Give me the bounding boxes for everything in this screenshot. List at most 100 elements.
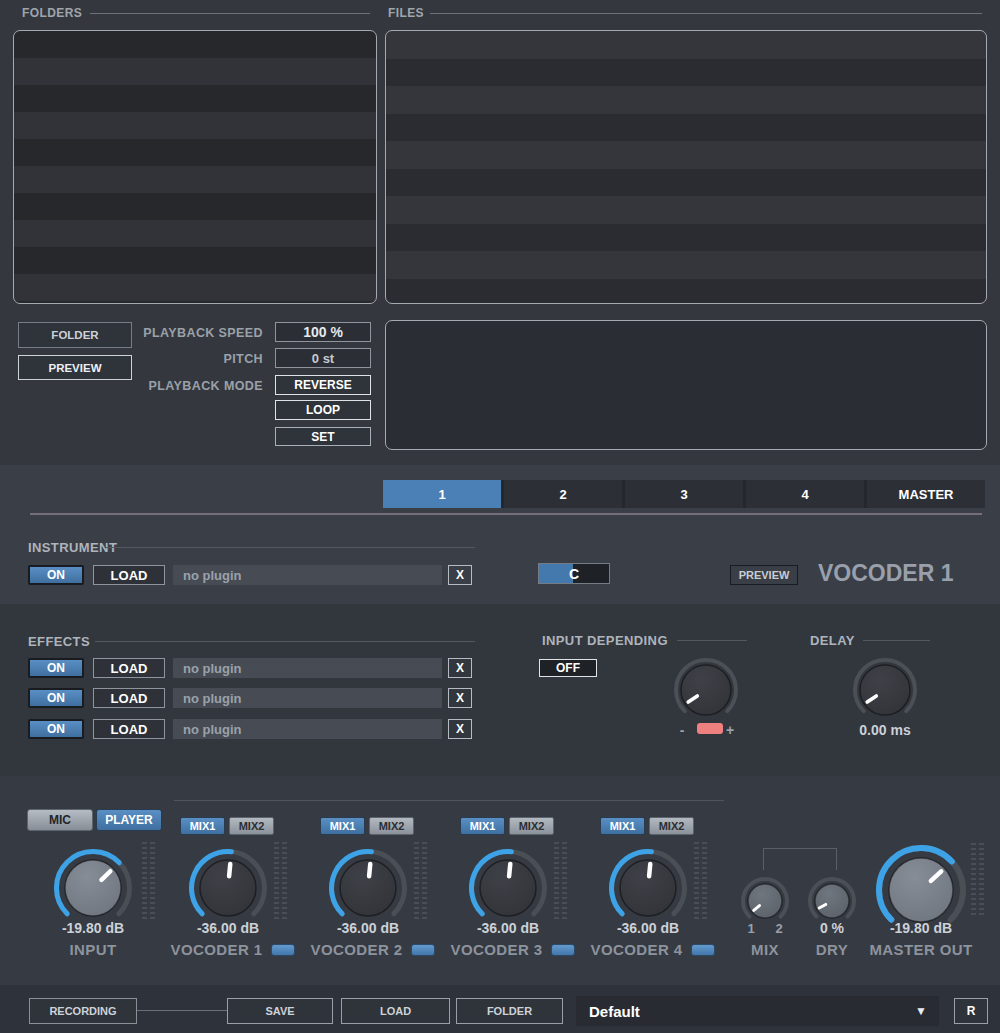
recording-button[interactable]: RECORDING: [29, 998, 137, 1024]
footer-load-button[interactable]: LOAD: [341, 998, 450, 1024]
effect3-plugin-field[interactable]: no plugin: [173, 719, 442, 739]
vocoder4-mix1-button[interactable]: MIX1: [600, 817, 645, 835]
input-gain-knob[interactable]: [52, 847, 134, 929]
vocoder1-gain-value: -36.00 dB: [153, 920, 303, 936]
effect2-clear-button[interactable]: X: [448, 688, 472, 708]
effect1-plugin-field[interactable]: no plugin: [173, 658, 442, 678]
reset-button[interactable]: R: [954, 998, 988, 1024]
effect2-on-button[interactable]: ON: [28, 688, 84, 708]
vocoder3-mix1-button[interactable]: MIX1: [460, 817, 505, 835]
vocoder4-enable-checkbox[interactable]: [691, 944, 715, 956]
input-label: INPUT: [18, 941, 168, 958]
pan-value: C: [539, 564, 609, 583]
input-depending-label: INPUT DEPENDING: [542, 633, 668, 648]
dropdown-arrow-icon[interactable]: ▼: [915, 1004, 939, 1018]
channel-title: VOCODER 1: [818, 560, 953, 587]
footer-connector: [137, 1010, 227, 1011]
vocoder3-gain-value: -36.00 dB: [433, 920, 583, 936]
files-rule: [430, 13, 982, 14]
tab-1[interactable]: 1: [383, 480, 501, 508]
mix-2-label: 2: [772, 921, 786, 936]
vocoder2-meter: [414, 842, 427, 922]
vocoder3-mix2-button[interactable]: MIX2: [509, 817, 554, 835]
master-out-value: -19.80 dB: [846, 920, 996, 936]
instrument-preview-button[interactable]: PREVIEW: [730, 565, 798, 585]
vocoder2-label-text: VOCODER 2: [311, 941, 403, 958]
input-depending-knob[interactable]: [672, 656, 740, 724]
input-depending-indicator: [697, 723, 723, 734]
master-meter: [971, 843, 984, 917]
vocoder-plugin-window: FOLDERS FILES FOLDER PREVIEW PLAYBACK SP…: [0, 0, 1000, 1033]
instrument-plugin-field[interactable]: no plugin: [173, 565, 442, 585]
vocoder2-label: VOCODER 2: [293, 941, 453, 958]
set-button[interactable]: SET: [275, 427, 371, 446]
vocoder3-gain-knob[interactable]: [467, 847, 549, 929]
input-meter: [142, 842, 155, 922]
instrument-load-button[interactable]: LOAD: [93, 565, 165, 585]
effect2-load-button[interactable]: LOAD: [93, 688, 165, 708]
vocoder2-gain-value: -36.00 dB: [293, 920, 443, 936]
save-button[interactable]: SAVE: [227, 998, 333, 1024]
tab-master[interactable]: MASTER: [867, 480, 985, 508]
effect3-clear-button[interactable]: X: [448, 719, 472, 739]
playback-mode-label: PLAYBACK MODE: [60, 379, 263, 393]
vocoder1-gain-knob[interactable]: [187, 847, 269, 929]
effects-label: EFFECTS: [28, 634, 90, 649]
vocoder4-label-text: VOCODER 4: [591, 941, 683, 958]
mix-knob[interactable]: [739, 875, 791, 927]
delay-value: 0.00 ms: [845, 722, 925, 738]
player-button[interactable]: PLAYER: [96, 809, 162, 831]
effect1-on-button[interactable]: ON: [28, 658, 84, 678]
mic-button[interactable]: MIC: [27, 809, 93, 831]
playback-speed-value[interactable]: 100 %: [275, 322, 371, 342]
input-depending-plus[interactable]: +: [724, 722, 736, 738]
folders-list[interactable]: [13, 30, 377, 304]
vocoder4-meter: [694, 842, 707, 922]
vocoder4-gain-value: -36.00 dB: [573, 920, 723, 936]
tab-3[interactable]: 3: [625, 480, 743, 508]
effect3-load-button[interactable]: LOAD: [93, 719, 165, 739]
pan-slider[interactable]: C: [538, 563, 610, 584]
instrument-clear-button[interactable]: X: [448, 565, 472, 585]
reverse-button[interactable]: REVERSE: [275, 375, 371, 395]
delay-knob[interactable]: [851, 656, 919, 724]
effect2-plugin-field[interactable]: no plugin: [173, 688, 442, 708]
channel-tabs: 1 2 3 4 MASTER: [383, 480, 985, 508]
vocoder4-mix2-button[interactable]: MIX2: [649, 817, 694, 835]
vocoder1-mix2-button[interactable]: MIX2: [229, 817, 274, 835]
vocoder1-mix1-button[interactable]: MIX1: [180, 817, 225, 835]
effect1-load-button[interactable]: LOAD: [93, 658, 165, 678]
vocoder1-label: VOCODER 1: [153, 941, 313, 958]
pitch-value[interactable]: 0 st: [275, 348, 371, 368]
vocoder1-enable-checkbox[interactable]: [271, 944, 295, 956]
loop-button[interactable]: LOOP: [275, 400, 371, 420]
vocoder4-gain-knob[interactable]: [607, 847, 689, 929]
master-out-label: MASTER OUT: [846, 941, 996, 958]
waveform-display: [385, 320, 987, 450]
vocoder2-enable-checkbox[interactable]: [411, 944, 435, 956]
input-depending-rule: [677, 640, 747, 641]
instrument-on-button[interactable]: ON: [28, 565, 84, 585]
vocoder2-gain-knob[interactable]: [327, 847, 409, 929]
footer-folder-button[interactable]: FOLDER: [456, 998, 563, 1024]
tabs-rule: [30, 513, 982, 515]
playback-speed-label: PLAYBACK SPEED: [60, 326, 263, 340]
preset-dropdown[interactable]: Default ▼: [576, 996, 939, 1026]
files-label: FILES: [388, 6, 424, 20]
mixer-rule: [174, 800, 724, 801]
tab-4[interactable]: 4: [746, 480, 864, 508]
mix-bracket: [763, 848, 837, 870]
input-depending-minus[interactable]: -: [676, 722, 688, 738]
vocoder3-enable-checkbox[interactable]: [551, 944, 575, 956]
input-depending-off-button[interactable]: OFF: [539, 659, 597, 677]
vocoder3-meter: [554, 842, 567, 922]
files-list[interactable]: [385, 30, 987, 304]
input-gain-value: -19.80 dB: [18, 920, 168, 936]
instrument-label: INSTRUMENT: [28, 540, 117, 555]
tab-2[interactable]: 2: [504, 480, 622, 508]
vocoder2-mix2-button[interactable]: MIX2: [369, 817, 414, 835]
vocoder4-label: VOCODER 4: [573, 941, 733, 958]
effect3-on-button[interactable]: ON: [28, 719, 84, 739]
effect1-clear-button[interactable]: X: [448, 658, 472, 678]
vocoder2-mix1-button[interactable]: MIX1: [320, 817, 365, 835]
